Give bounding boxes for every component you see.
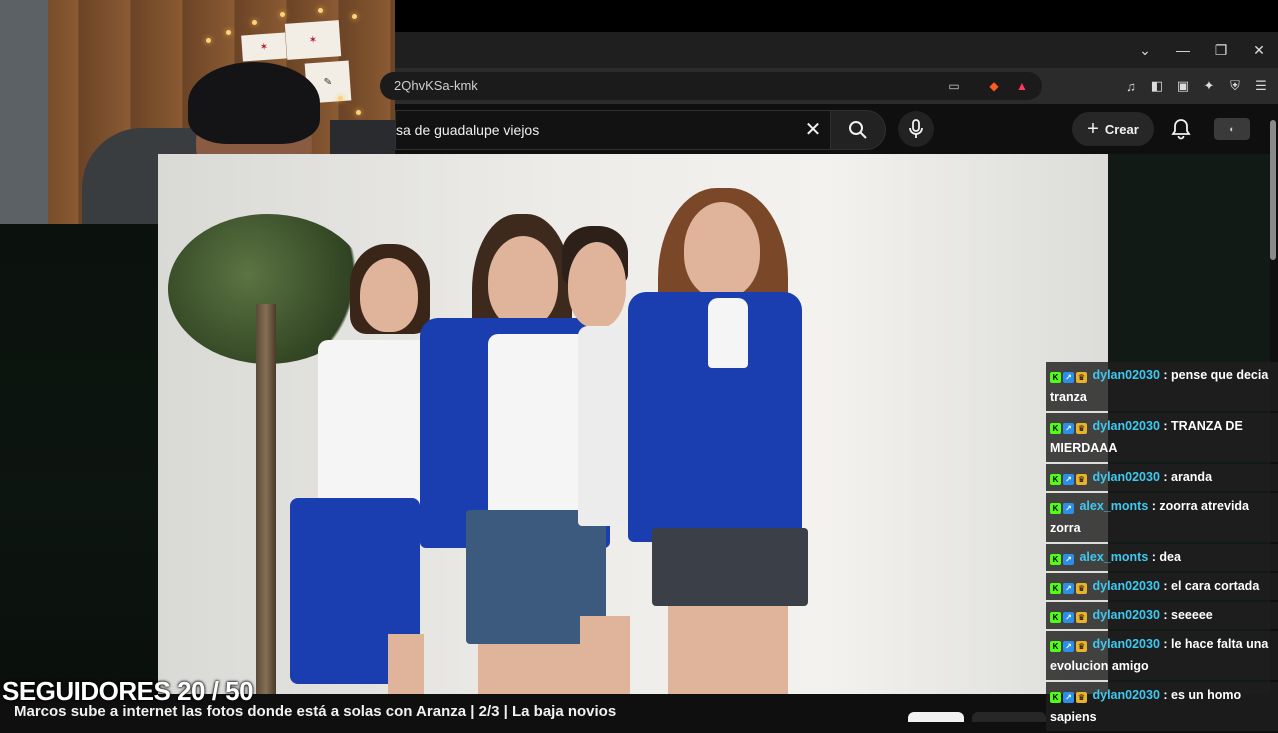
string-light	[356, 110, 361, 115]
kick-badge-icon: K	[1050, 554, 1061, 565]
chat-message: K ↗ ♛ dylan02030 : el cara cortada	[1046, 573, 1278, 600]
close-icon[interactable]: ✕	[1240, 32, 1278, 68]
kick-badge-icon: K	[1050, 503, 1061, 514]
clear-search-icon[interactable]: ✕	[800, 116, 826, 142]
chat-username[interactable]: dylan02030	[1092, 637, 1159, 651]
chat-message: K ↗ ♛ dylan02030 : pense que decia tranza	[1046, 362, 1278, 411]
chat-username[interactable]: dylan02030	[1092, 579, 1159, 593]
minimize-icon[interactable]: —	[1164, 32, 1202, 68]
search-button[interactable]	[830, 110, 886, 150]
subscriber-badge-icon: ↗	[1063, 583, 1074, 594]
create-button[interactable]: + Crear	[1072, 112, 1154, 146]
string-light	[206, 38, 211, 43]
crown-badge-icon: ♛	[1076, 692, 1087, 703]
tree-trunk	[256, 304, 276, 694]
crown-badge-icon: ♛	[1076, 372, 1087, 383]
plus-icon: +	[1087, 118, 1099, 140]
kick-badge-icon: K	[1050, 583, 1061, 594]
kick-badge-icon: K	[1050, 641, 1061, 652]
subscribe-button[interactable]	[908, 712, 964, 722]
webcam-poster: ✶	[241, 32, 287, 62]
kick-badge-icon: K	[1050, 692, 1061, 703]
kick-badge-icon: K	[1050, 372, 1061, 383]
subscriber-badge-icon: ↗	[1063, 423, 1074, 434]
kick-badge-icon: K	[1050, 474, 1061, 485]
left-background	[0, 224, 158, 694]
chat-message: K ↗ ♛ dylan02030 : aranda	[1046, 464, 1278, 491]
streamer-hair	[188, 62, 320, 144]
chat-username[interactable]: alex_monts	[1079, 550, 1148, 564]
like-button[interactable]	[972, 712, 1046, 722]
leo-ai-icon[interactable]: ✦	[1200, 77, 1218, 95]
chat-username[interactable]: dylan02030	[1092, 608, 1159, 622]
search-icon	[849, 121, 867, 139]
music-icon[interactable]: ♫	[1122, 77, 1140, 95]
crown-badge-icon: ♛	[1076, 474, 1087, 485]
subscriber-badge-icon: ↗	[1063, 554, 1074, 565]
avatar[interactable]: ◐	[1214, 118, 1250, 140]
crown-badge-icon: ♛	[1076, 641, 1087, 652]
restore-icon[interactable]: ❐	[1202, 32, 1240, 68]
string-light	[318, 8, 323, 13]
address-bar[interactable]: 2QhvKSa-kmk ▭ ◆ ▲	[380, 72, 1042, 100]
notifications-button[interactable]	[1168, 116, 1194, 142]
menu-icon[interactable]: ☰	[1252, 77, 1270, 95]
crown-badge-icon: ♛	[1076, 423, 1087, 434]
chevron-down-icon[interactable]: ⌄	[1126, 32, 1164, 68]
search-input[interactable]: sa de guadalupe viejos	[395, 110, 831, 150]
screen-top-band	[395, 0, 1278, 32]
kick-badge-icon: K	[1050, 612, 1061, 623]
bell-icon	[1171, 119, 1191, 140]
subscriber-badge-icon: ↗	[1063, 641, 1074, 652]
video-player[interactable]	[158, 154, 1108, 694]
chat-message: K ↗ ♛ dylan02030 : le hace falta una evolu…	[1046, 631, 1278, 680]
crown-badge-icon: ♛	[1076, 583, 1087, 594]
chat-message: K ↗ ♛ dylan02030 : es un homo sapiens	[1046, 682, 1278, 731]
chat-text: : el cara cortada	[1163, 579, 1260, 593]
chat-message: K ↗ ♛ dylan02030 : seeeee	[1046, 602, 1278, 629]
chat-text: : seeeee	[1163, 608, 1213, 622]
stream-chat: K ↗ ♛ dylan02030 : pense que decia tranza …	[1046, 362, 1278, 733]
extensions-row: ♫ ◧ ▣ ✦ ⛨ ☰	[1122, 72, 1270, 100]
brave-rewards-icon[interactable]: ▲	[1014, 78, 1030, 94]
subscriber-badge-icon: ↗	[1063, 503, 1074, 514]
webcam-poster: ✶	[284, 20, 342, 60]
subscriber-badge-icon: ↗	[1063, 612, 1074, 623]
sidebar-icon[interactable]: ◧	[1148, 77, 1166, 95]
chat-username[interactable]: dylan02030	[1092, 419, 1159, 433]
subscriber-badge-icon: ↗	[1063, 474, 1074, 485]
chat-text: : dea	[1151, 550, 1181, 564]
string-light	[338, 96, 343, 101]
url-text: 2QhvKSa-kmk	[394, 78, 478, 93]
vpn-icon[interactable]: ⛨	[1226, 77, 1244, 95]
page-scrollbar[interactable]	[1270, 120, 1276, 260]
brave-shield-icon[interactable]: ◆	[986, 78, 1002, 94]
subscriber-badge-icon: ↗	[1063, 372, 1074, 383]
crown-badge-icon: ♛	[1076, 612, 1087, 623]
kick-badge-icon: K	[1050, 423, 1061, 434]
string-light	[252, 20, 257, 25]
search-query: sa de guadalupe viejos	[396, 122, 540, 138]
string-light	[352, 14, 357, 19]
chat-username[interactable]: alex_monts	[1079, 499, 1148, 513]
chat-message: K ↗ alex_monts : zoorra atrevida zorra	[1046, 493, 1278, 542]
chat-username[interactable]: dylan02030	[1092, 470, 1159, 484]
chat-username[interactable]: dylan02030	[1092, 368, 1159, 382]
string-light	[226, 30, 231, 35]
chat-username[interactable]: dylan02030	[1092, 688, 1159, 702]
create-label: Crear	[1104, 121, 1139, 137]
string-light	[280, 12, 285, 17]
wallet-icon[interactable]: ▣	[1174, 77, 1192, 95]
subscriber-badge-icon: ↗	[1063, 692, 1074, 703]
voice-search-button[interactable]	[898, 111, 934, 147]
chat-message: K ↗ alex_monts : dea	[1046, 544, 1278, 571]
chat-message: K ↗ ♛ dylan02030 : TRANZA DE MIERDAAA	[1046, 413, 1278, 462]
window-controls: ⌄ — ❐ ✕	[1126, 32, 1278, 68]
chat-text: : aranda	[1163, 470, 1213, 484]
followers-goal: SEGUIDORES 20 / 50	[2, 676, 254, 706]
cast-icon[interactable]: ▭	[946, 78, 962, 94]
microphone-icon	[909, 119, 923, 138]
webcam-left-wall	[0, 0, 48, 224]
